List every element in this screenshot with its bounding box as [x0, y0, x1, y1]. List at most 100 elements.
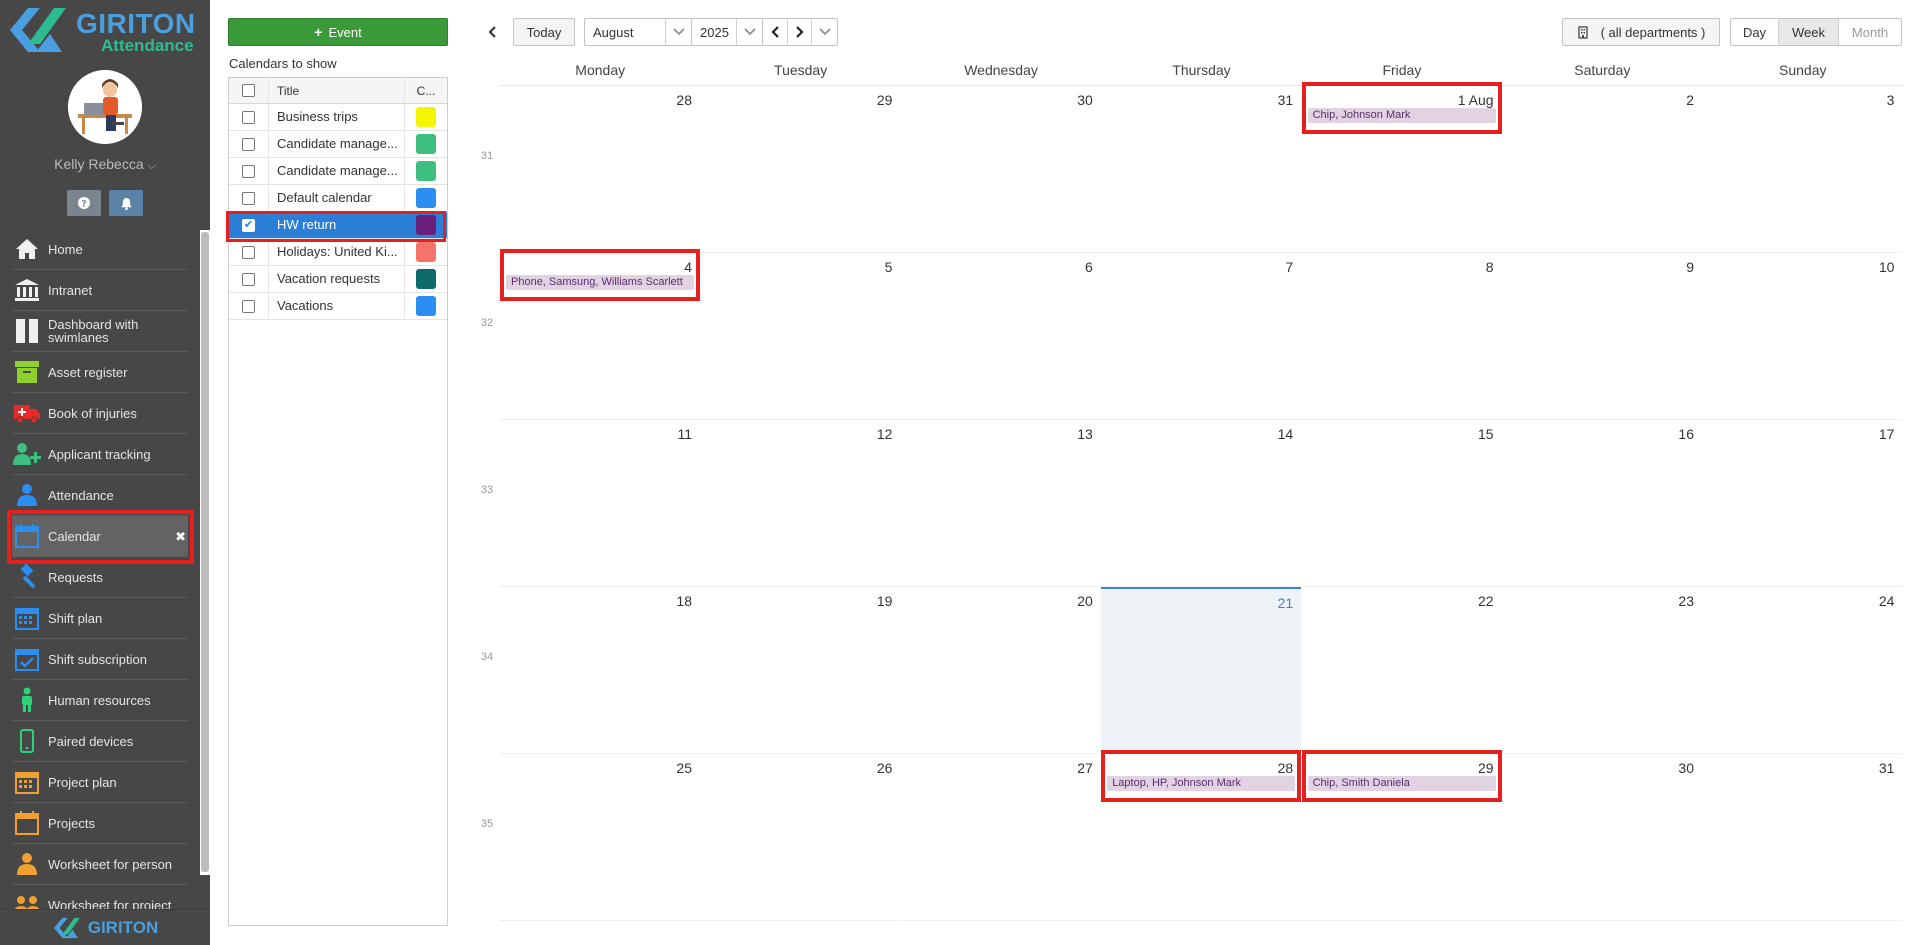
calendar-event[interactable]: Chip, Johnson Mark	[1307, 108, 1496, 123]
sidebar-item-worksheet-for-project[interactable]: Worksheet for project	[12, 885, 188, 909]
sidebar-item-shift-plan[interactable]: Shift plan	[12, 598, 188, 639]
day-cell[interactable]: 29 Chip, Smith Daniela	[1301, 750, 1502, 921]
more-options-button[interactable]	[812, 19, 837, 45]
sidebar-item-book-of-injuries[interactable]: Book of injuries	[12, 393, 188, 434]
today-button[interactable]: Today	[513, 18, 575, 46]
year-select[interactable]: 2025	[691, 18, 763, 46]
day-cell[interactable]: 22	[1301, 587, 1502, 754]
calendar-checkbox[interactable]	[242, 299, 255, 313]
view-day-button[interactable]: Day	[1731, 19, 1779, 45]
sidebar-item-dashboard-with-swimlanes[interactable]: Dashboard with swimlanes	[12, 311, 188, 352]
sidebar-footer-logo[interactable]: GIRITON	[0, 909, 210, 945]
week-number: 32	[480, 317, 494, 329]
sidebar-item-worksheet-for-person[interactable]: Worksheet for person	[12, 844, 188, 885]
day-cell[interactable]: 3	[1702, 86, 1903, 253]
calendar-checkbox[interactable]	[242, 137, 255, 151]
calendar-row[interactable]: Candidate manage...	[229, 131, 447, 158]
day-number: 11	[677, 426, 692, 442]
day-cell[interactable]: 4 Phone, Samsung, Williams Scarlett	[500, 249, 700, 420]
day-cell[interactable]: 5	[700, 253, 901, 420]
calendar-checkbox[interactable]	[242, 272, 255, 286]
sidebar-item-paired-devices[interactable]: Paired devices	[12, 721, 188, 762]
sidebar-item-project-plan[interactable]: Project plan	[12, 762, 188, 803]
week-row: 35 25 26 27 28 Laptop, HP, Johnson Mark 29 Chip…	[477, 750, 1903, 922]
collapse-panel-button[interactable]	[484, 18, 500, 46]
day-cell[interactable]: 19	[700, 587, 901, 754]
sidebar-item-attendance[interactable]: Attendance	[12, 475, 188, 516]
day-cell[interactable]: 11	[500, 420, 700, 587]
day-cell-today[interactable]: 21	[1101, 587, 1302, 754]
sidebar-item-calendar[interactable]: Calendar ✖	[12, 516, 188, 557]
add-event-button[interactable]: + Event	[228, 18, 448, 46]
notifications-button[interactable]	[109, 190, 143, 216]
select-all-checkbox[interactable]	[242, 84, 255, 97]
day-cell[interactable]: 20	[900, 587, 1101, 754]
calendar-checkbox[interactable]	[242, 245, 255, 259]
sidebar-item-home[interactable]: Home	[12, 229, 188, 270]
chevron-down-icon[interactable]	[736, 19, 762, 45]
day-cell[interactable]: 28 Laptop, HP, Johnson Mark	[1101, 750, 1302, 921]
day-cell[interactable]: 28	[500, 86, 700, 253]
calendar-event[interactable]: Phone, Samsung, Williams Scarlett	[506, 275, 694, 290]
day-cell[interactable]: 10	[1702, 253, 1903, 420]
calendar-row[interactable]: Vacation requests	[229, 266, 447, 293]
day-cell[interactable]: 1 Aug Chip, Johnson Mark	[1301, 82, 1502, 253]
app-logo[interactable]: GIRITON Attendance	[6, 4, 206, 56]
month-select[interactable]: August	[584, 18, 692, 46]
day-cell[interactable]: 24	[1702, 587, 1903, 754]
day-cell[interactable]: 23	[1502, 587, 1702, 754]
calendar-row[interactable]: Vacations	[229, 293, 447, 320]
day-cell[interactable]: 7	[1101, 253, 1302, 420]
sidebar-item-human-resources[interactable]: Human resources	[12, 680, 188, 721]
sidebar-item-shift-subscription[interactable]: Shift subscription	[12, 639, 188, 680]
day-cell[interactable]: 31	[1702, 754, 1903, 921]
sidebar-item-requests[interactable]: Requests	[12, 557, 188, 598]
calendar-row[interactable]: Business trips	[229, 104, 447, 131]
day-cell[interactable]: 30	[1502, 754, 1702, 921]
day-cell[interactable]: 8	[1301, 253, 1502, 420]
day-cell[interactable]: 2	[1502, 86, 1702, 253]
day-cell[interactable]: 14	[1101, 420, 1302, 587]
calendar-event[interactable]: Laptop, HP, Johnson Mark	[1107, 776, 1296, 791]
sidebar-scrollbar-thumb[interactable]	[201, 232, 209, 872]
next-period-button[interactable]	[788, 19, 813, 45]
sidebar-item-asset-register[interactable]: Asset register	[12, 352, 188, 393]
calendar-checkbox[interactable]	[242, 164, 255, 178]
calendar-event[interactable]: Chip, Smith Daniela	[1307, 776, 1496, 791]
help-button[interactable]: ?	[67, 190, 101, 216]
calendar-checkbox[interactable]	[242, 110, 255, 124]
header-color[interactable]: C...	[405, 78, 447, 103]
day-cell[interactable]: 9	[1502, 253, 1702, 420]
day-cell[interactable]: 26	[700, 754, 901, 921]
avatar[interactable]	[68, 70, 142, 144]
sidebar-item-projects[interactable]: Projects	[12, 803, 188, 844]
day-cell[interactable]: 13	[900, 420, 1101, 587]
view-month-button[interactable]: Month	[1839, 19, 1901, 45]
day-cell[interactable]: 18	[500, 587, 700, 754]
day-cell[interactable]: 6	[900, 253, 1101, 420]
calendar-checkbox[interactable]	[242, 191, 255, 205]
user-menu[interactable]: Kelly Rebecca ⌵	[0, 156, 210, 173]
day-cell[interactable]: 17	[1702, 420, 1903, 587]
day-cell[interactable]: 31	[1101, 86, 1302, 253]
day-cell[interactable]: 12	[700, 420, 901, 587]
day-cell[interactable]: 27	[900, 754, 1101, 921]
view-week-button[interactable]: Week	[1779, 19, 1839, 45]
sidebar-item-intranet[interactable]: Intranet	[12, 270, 188, 311]
day-cell[interactable]: 25	[500, 754, 700, 921]
bell-icon	[120, 197, 132, 210]
calendar-row[interactable]: Candidate manage...	[229, 158, 447, 185]
day-cell[interactable]: 15	[1301, 420, 1502, 587]
chevron-down-icon: ⌵	[147, 160, 156, 172]
close-icon[interactable]: ✖	[175, 529, 186, 545]
day-cell[interactable]: 16	[1502, 420, 1702, 587]
previous-period-button[interactable]	[763, 19, 788, 45]
header-title[interactable]: Title	[269, 78, 405, 103]
calendar-row[interactable]: Holidays: United Ki...	[229, 239, 447, 266]
department-filter-button[interactable]: ( all departments )	[1562, 18, 1720, 46]
chevron-down-icon[interactable]	[665, 19, 691, 45]
calendar-row[interactable]: Default calendar	[229, 185, 447, 212]
day-cell[interactable]: 29	[700, 86, 901, 253]
sidebar-item-applicant-tracking[interactable]: Applicant tracking	[12, 434, 188, 475]
day-cell[interactable]: 30	[900, 86, 1101, 253]
